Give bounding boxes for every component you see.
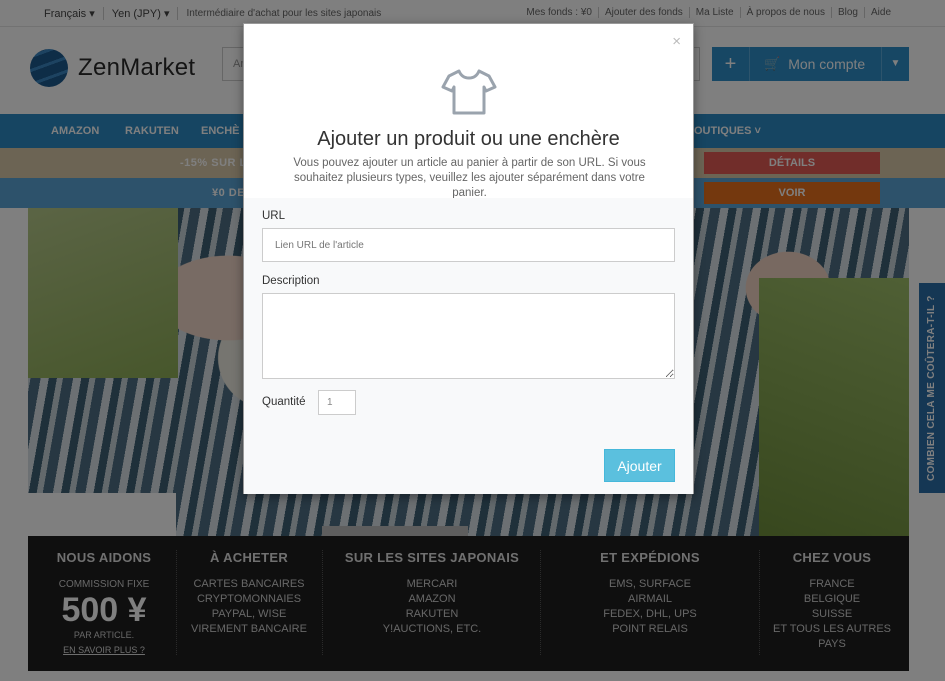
modal-title: Ajouter un produit ou une enchère — [317, 128, 620, 150]
url-label: URL — [262, 210, 286, 222]
quantity-input[interactable]: 1 — [318, 390, 356, 415]
quantity-label: Quantité — [262, 396, 306, 408]
description-label: Description — [262, 275, 320, 287]
close-icon[interactable]: × — [672, 33, 681, 50]
description-textarea[interactable] — [262, 293, 675, 379]
tshirt-icon — [441, 69, 497, 115]
modal-header: × Ajouter un produit ou une enchère Vous… — [244, 24, 693, 199]
modal-description: Vous pouvez ajouter un article au panier… — [293, 157, 646, 199]
url-input[interactable] — [262, 228, 675, 262]
add-product-modal: × Ajouter un produit ou une enchère Vous… — [243, 23, 694, 494]
add-button[interactable]: Ajouter — [604, 449, 675, 482]
